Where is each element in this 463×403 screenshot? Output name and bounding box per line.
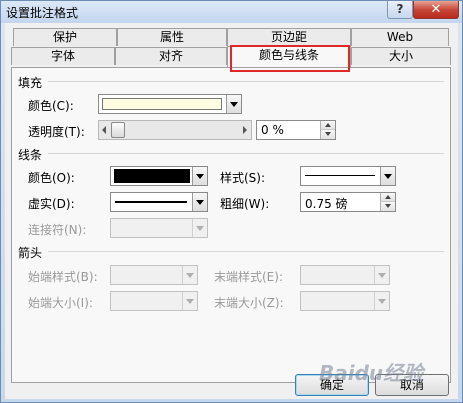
tab-label: Web (386, 30, 414, 44)
tab-label: 页边距 (270, 30, 307, 44)
tab-label: 字体 (50, 49, 75, 63)
help-icon: ? (396, 2, 404, 16)
transparency-label: 透明度(T): (28, 125, 85, 139)
line-dash-preview (115, 201, 187, 203)
chevron-down-icon[interactable] (226, 95, 241, 113)
tab-label: 大小 (388, 49, 413, 63)
begin-style-combo (110, 265, 198, 285)
tab-label: 保护 (52, 30, 77, 44)
chevron-down-icon (192, 219, 207, 237)
highlight-annotation-box (230, 45, 350, 72)
line-color-label: 颜色(O): (28, 171, 75, 185)
dialog-client: 保护 属性 页边距 Web 字体 对齐 颜色与线条 大小 填充 颜色(C): 透… (5, 23, 458, 399)
connector-label: 连接符(N): (28, 223, 87, 237)
spin-down-icon[interactable] (320, 130, 335, 139)
transparency-value: 0 % (261, 123, 284, 137)
line-weight-label: 粗细(W): (220, 197, 270, 211)
arrows-separator (48, 251, 444, 252)
chevron-left-icon[interactable] (99, 121, 111, 139)
spin-buttons (380, 193, 395, 211)
line-style-combo[interactable] (300, 166, 396, 186)
chevron-down-icon[interactable] (192, 167, 207, 185)
tab-font[interactable]: 字体 (11, 47, 115, 65)
watermark-logo: Baidu经验 (319, 361, 424, 385)
tab-protection[interactable]: 保护 (13, 28, 117, 46)
dialog-window: 设置批注格式 ? ✕ 保护 属性 页边距 Web 字体 对齐 颜色与线条 大小 … (0, 0, 463, 403)
tab-web[interactable]: Web (351, 28, 449, 46)
begin-style-label: 始端样式(B): (28, 270, 98, 284)
chevron-down-icon[interactable] (192, 193, 207, 211)
tab-label: 对齐 (158, 49, 183, 63)
line-separator (48, 153, 444, 154)
tab-label: 属性 (159, 30, 184, 44)
fill-color-label: 颜色(C): (28, 99, 74, 113)
line-weight-value: 0.75 磅 (305, 197, 348, 211)
line-dash-combo[interactable] (110, 192, 208, 212)
end-size-label: 末端大小(Z): (214, 296, 284, 310)
line-color-combo[interactable] (110, 166, 208, 186)
end-style-label: 末端样式(E): (214, 270, 283, 284)
begin-size-label: 始端大小(I): (28, 296, 93, 310)
chevron-down-icon (182, 266, 197, 284)
fill-color-combo[interactable] (98, 94, 242, 114)
line-dash-label: 虚实(D): (28, 197, 75, 211)
spin-buttons (320, 121, 335, 139)
transparency-slider[interactable] (98, 120, 252, 140)
title-bar: 设置批注格式 ? ✕ (1, 1, 462, 23)
line-style-label: 样式(S): (220, 171, 266, 185)
end-style-combo (300, 265, 390, 285)
spin-down-icon[interactable] (380, 202, 395, 211)
transparency-stepper[interactable]: 0 % (256, 120, 336, 140)
tab-size[interactable]: 大小 (351, 47, 451, 65)
tab-margins[interactable]: 页边距 (227, 28, 351, 46)
begin-size-combo (110, 291, 198, 311)
chevron-down-icon (182, 292, 197, 310)
dialog-title: 设置批注格式 (6, 6, 79, 20)
spin-up-icon[interactable] (320, 121, 335, 130)
chevron-down-icon (374, 292, 389, 310)
help-button[interactable]: ? (387, 1, 413, 19)
close-icon: ✕ (430, 2, 442, 17)
arrows-section-title: 箭头 (18, 246, 43, 260)
tab-properties[interactable]: 属性 (117, 28, 227, 46)
fill-separator (48, 81, 444, 82)
connector-combo (110, 218, 208, 238)
line-weight-stepper[interactable]: 0.75 磅 (300, 192, 396, 212)
slider-thumb[interactable] (111, 122, 125, 138)
line-section-title: 线条 (18, 148, 43, 162)
tab-alignment[interactable]: 对齐 (115, 47, 227, 65)
chevron-right-icon[interactable] (239, 121, 251, 139)
fill-section-title: 填充 (18, 76, 43, 90)
spin-up-icon[interactable] (380, 193, 395, 202)
fill-color-swatch (102, 98, 222, 110)
chevron-down-icon[interactable] (380, 167, 395, 185)
line-color-swatch (114, 169, 190, 183)
line-style-preview (305, 175, 375, 176)
chevron-down-icon (374, 266, 389, 284)
end-size-combo (300, 291, 390, 311)
tab-panel: 填充 颜色(C): 透明度(T): 0 % 线条 颜色(O): 样式(S): 虚… (11, 67, 451, 383)
close-button[interactable]: ✕ (413, 1, 459, 19)
